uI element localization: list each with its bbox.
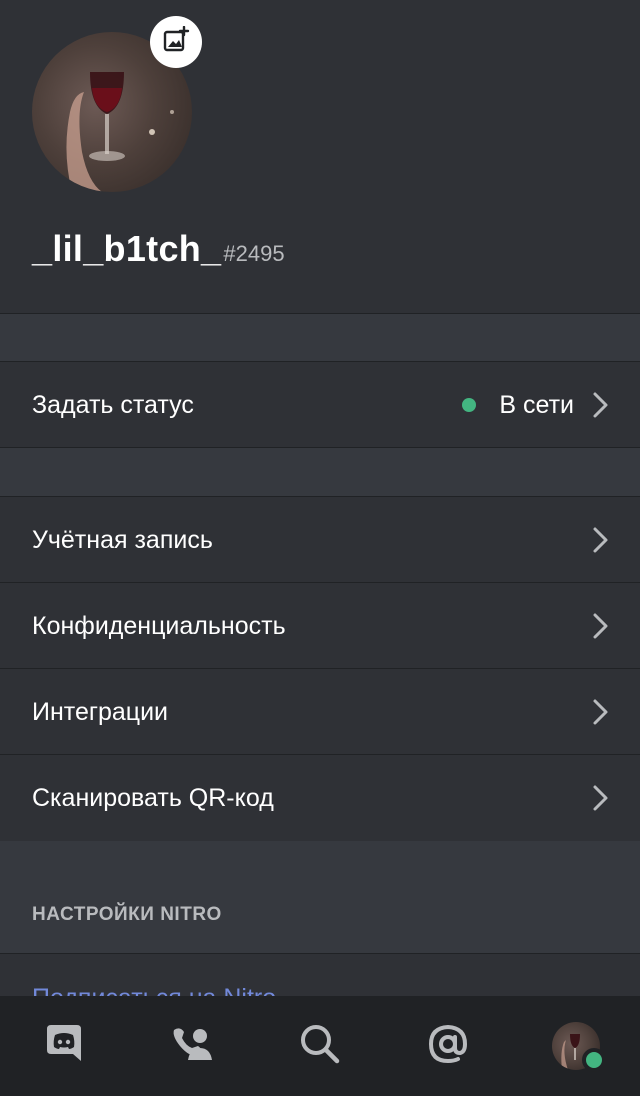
- chevron-right-icon: [592, 698, 610, 726]
- online-status-dot-icon: [462, 398, 476, 412]
- add-image-icon: [162, 25, 190, 59]
- status-value: В сети: [499, 391, 574, 419]
- edit-avatar-button[interactable]: [150, 16, 202, 68]
- settings-item-label: Учётная запись: [32, 526, 213, 554]
- mentions-icon: [427, 1023, 469, 1070]
- section-gap: [0, 313, 640, 362]
- settings-item-label: Конфиденциальность: [32, 612, 286, 640]
- nitro-section-header: НАСТРОЙКИ NITRO: [0, 842, 640, 954]
- tab-search[interactable]: [256, 996, 384, 1096]
- section-title: НАСТРОЙКИ NITRO: [32, 904, 222, 925]
- settings-item-label: Сканировать QR-код: [32, 784, 274, 812]
- username: _lil_b1tch_: [32, 228, 222, 269]
- discord-home-icon: [43, 1023, 85, 1070]
- set-status-label: Задать статус: [32, 391, 194, 419]
- section-gap: [0, 447, 640, 497]
- tab-profile[interactable]: [512, 996, 640, 1096]
- username-row: _lil_b1tch_ #2495: [32, 228, 285, 270]
- avatar-container[interactable]: [32, 16, 202, 192]
- profile-header: _lil_b1tch_ #2495: [0, 0, 640, 313]
- chevron-right-icon: [592, 391, 610, 419]
- tab-friends[interactable]: [128, 996, 256, 1096]
- chevron-right-icon: [592, 612, 610, 640]
- search-icon: [299, 1023, 341, 1070]
- chevron-right-icon: [592, 784, 610, 812]
- bottom-tab-bar: [0, 996, 640, 1096]
- friends-icon: [170, 1024, 214, 1069]
- profile-avatar: [552, 1022, 606, 1072]
- settings-item-account[interactable]: Учётная запись: [0, 497, 640, 583]
- settings-item-scan-qr[interactable]: Сканировать QR-код: [0, 755, 640, 841]
- settings-item-privacy[interactable]: Конфиденциальность: [0, 583, 640, 669]
- user-discriminator: #2495: [223, 241, 285, 266]
- settings-item-label: Интеграции: [32, 698, 169, 726]
- tab-home[interactable]: [0, 996, 128, 1096]
- user-settings-screen: _lil_b1tch_ #2495 Задать статус В сети У…: [0, 0, 640, 1096]
- tab-mentions[interactable]: [384, 996, 512, 1096]
- settings-item-integrations[interactable]: Интеграции: [0, 669, 640, 755]
- set-status-row[interactable]: Задать статус В сети: [0, 362, 640, 448]
- online-status-dot-icon: [582, 1048, 606, 1072]
- chevron-right-icon: [592, 526, 610, 554]
